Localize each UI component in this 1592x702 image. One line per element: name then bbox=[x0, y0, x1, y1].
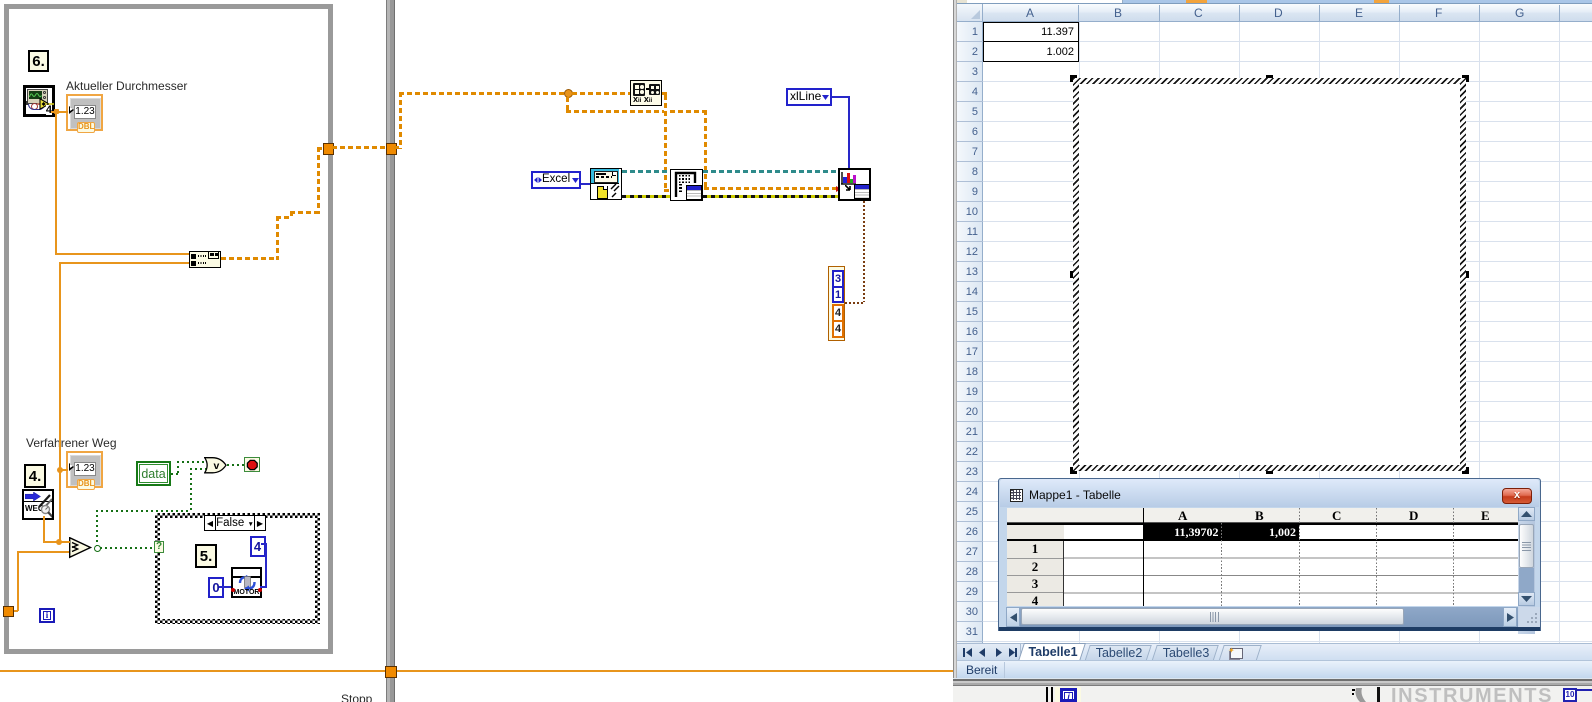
svg-text:v: v bbox=[214, 460, 220, 472]
